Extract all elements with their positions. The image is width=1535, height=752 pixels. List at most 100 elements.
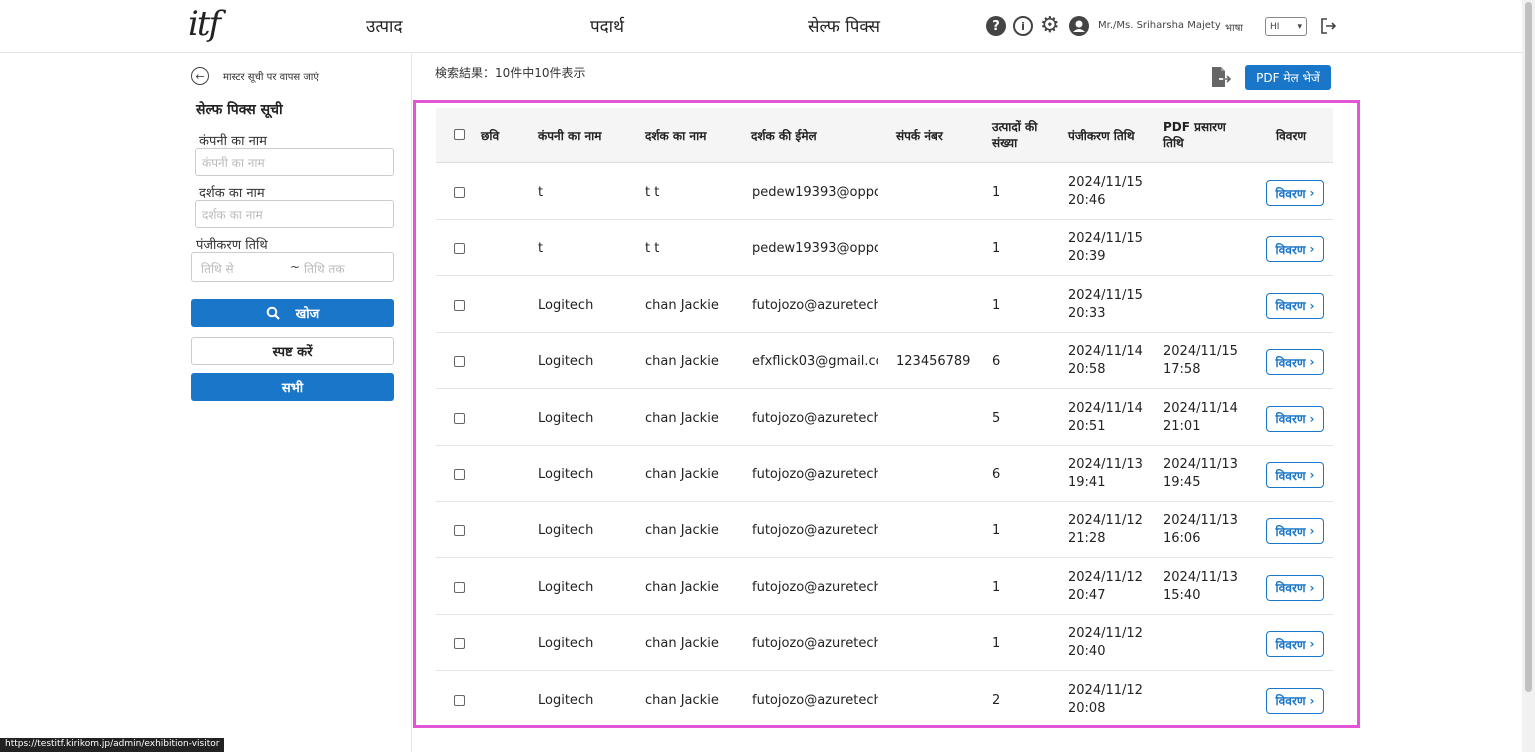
registration-date: 2024/11/13 bbox=[1068, 457, 1143, 472]
back-to-master-link[interactable]: ← मास्टर सूची पर वापस जाएं bbox=[191, 67, 319, 85]
details-button[interactable]: विवरण › bbox=[1266, 574, 1324, 601]
chevron-right-icon: › bbox=[1309, 524, 1315, 539]
details-button[interactable]: विवरण › bbox=[1266, 631, 1324, 658]
details-button[interactable]: विवरण › bbox=[1266, 236, 1324, 263]
all-button[interactable]: सभी bbox=[191, 373, 394, 401]
language-select[interactable]: HI ▾ bbox=[1265, 17, 1307, 36]
cell-registration-date: 2024/11/15 20:46 bbox=[1068, 174, 1158, 210]
pdf-date: 2024/11/13 bbox=[1163, 513, 1238, 529]
header-company: कंपनी का नाम bbox=[538, 129, 602, 143]
details-button-label: विवरण bbox=[1275, 581, 1306, 596]
search-button[interactable]: खोज bbox=[191, 299, 394, 327]
nav-self-picks[interactable]: सेल्फ पिक्स bbox=[808, 14, 880, 37]
filter-sidebar: ← मास्टर सूची पर वापस जाएं सेल्फ पिक्स स… bbox=[0, 54, 412, 752]
top-header: itf उत्पाद पदार्थ सेल्फ पिक्स ? i ⚙ Mr./… bbox=[0, 0, 1522, 53]
details-button[interactable]: विवरण › bbox=[1266, 462, 1324, 488]
date-separator: ~ bbox=[290, 260, 301, 274]
details-button[interactable]: विवरण › bbox=[1266, 518, 1324, 545]
scrollbar-thumb[interactable] bbox=[1525, 2, 1532, 692]
nav-materials[interactable]: पदार्थ bbox=[590, 14, 624, 37]
date-from-input[interactable]: तिथि से bbox=[201, 260, 234, 277]
chevron-right-icon: › bbox=[1309, 637, 1315, 652]
registration-time: 20:46 bbox=[1068, 193, 1106, 208]
table-row: Logitech chan Jackie futojozo@azuretechta 6… bbox=[436, 446, 1333, 502]
registration-date: 2024/11/15 bbox=[1068, 231, 1143, 247]
registration-time: 20:47 bbox=[1068, 587, 1106, 603]
header-image: छवि bbox=[481, 129, 500, 143]
row-checkbox[interactable] bbox=[454, 525, 465, 537]
help-icon[interactable]: ? bbox=[986, 16, 1006, 36]
select-all-checkbox[interactable] bbox=[454, 129, 465, 140]
registration-date: 2024/11/14 bbox=[1068, 400, 1143, 416]
row-checkbox[interactable] bbox=[454, 469, 465, 480]
details-button[interactable]: विवरण › bbox=[1266, 405, 1324, 432]
cell-product-count: 1 bbox=[992, 523, 1001, 539]
header-registration-date: पंजीकरण तिथि bbox=[1068, 129, 1135, 143]
table-row: t t t pedew19393@opposir 1 2024/11/15 20:39 वि… bbox=[436, 220, 1333, 277]
info-icon[interactable]: i bbox=[1013, 16, 1033, 36]
cell-registration-date: 2024/11/12 20:40 bbox=[1068, 625, 1158, 661]
self-picks-table: छवि कंपनी का नाम दर्शक का नाम दर्शक की ई… bbox=[413, 100, 1360, 728]
table-row: t t t pedew19393@opposir 1 2024/11/15 20:46 वि… bbox=[436, 164, 1333, 220]
registration-date: 2024/11/15 bbox=[1068, 287, 1143, 303]
chevron-right-icon: › bbox=[1309, 242, 1315, 257]
registration-date: 2024/11/15 bbox=[1068, 175, 1143, 190]
company-input[interactable]: कंपनी का नाम bbox=[195, 148, 394, 176]
cell-email: futojozo@azuretechta bbox=[752, 636, 878, 652]
chevron-right-icon: › bbox=[1309, 580, 1315, 595]
itf-logo[interactable]: itf bbox=[188, 4, 221, 44]
details-button[interactable]: विवरण › bbox=[1266, 180, 1324, 206]
page-scrollbar[interactable] bbox=[1522, 0, 1535, 752]
logout-icon[interactable] bbox=[1320, 17, 1336, 35]
pdf-time: 17:58 bbox=[1163, 362, 1201, 378]
nav-products[interactable]: उत्पाद bbox=[366, 14, 402, 37]
chevron-right-icon: › bbox=[1309, 355, 1315, 370]
details-button-label: विवरण bbox=[1275, 637, 1306, 652]
row-checkbox[interactable] bbox=[454, 243, 465, 255]
visitor-label: दर्शक का नाम bbox=[199, 186, 265, 201]
sidebar-title: सेल्फ पिक्स सूची bbox=[196, 102, 283, 118]
pdf-export-icon[interactable] bbox=[1209, 66, 1231, 88]
cell-phone: 123456789 bbox=[896, 354, 971, 370]
cell-registration-date: 2024/11/12 20:47 bbox=[1068, 569, 1158, 605]
pdf-date: 2024/11/14 bbox=[1163, 400, 1238, 416]
cell-visitor: chan Jackie bbox=[645, 354, 719, 370]
row-checkbox[interactable] bbox=[454, 412, 465, 424]
user-avatar-icon[interactable] bbox=[1069, 16, 1089, 36]
row-checkbox[interactable] bbox=[454, 694, 465, 706]
pdf-mail-button[interactable]: PDF मेल भेजें bbox=[1245, 65, 1331, 90]
details-button[interactable]: विवरण › bbox=[1266, 349, 1324, 376]
cell-pdf-date: 2024/11/13 15:40 bbox=[1163, 569, 1253, 605]
cell-visitor: chan Jackie bbox=[645, 297, 719, 313]
row-checkbox[interactable] bbox=[454, 356, 465, 368]
table-row: Logitech chan Jackie futojozo@azuretechta 1… bbox=[436, 559, 1333, 615]
row-checkbox[interactable] bbox=[454, 581, 465, 593]
table-header: छवि कंपनी का नाम दर्शक का नाम दर्शक की ई… bbox=[436, 108, 1333, 163]
chevron-right-icon: › bbox=[1309, 186, 1315, 200]
clear-button[interactable]: स्पष्ट करें bbox=[191, 337, 394, 365]
visitor-input[interactable]: दर्शक का नाम bbox=[195, 200, 394, 228]
details-button[interactable]: विवरण › bbox=[1266, 687, 1324, 714]
cell-product-count: 1 bbox=[992, 636, 1001, 652]
pdf-date: 2024/11/13 bbox=[1163, 569, 1238, 585]
user-name: Mr./Ms. Sriharsha Majety bbox=[1098, 20, 1221, 31]
registration-date: 2024/11/12 bbox=[1068, 569, 1143, 585]
registration-time: 20:33 bbox=[1068, 305, 1106, 321]
row-checkbox[interactable] bbox=[454, 187, 465, 198]
cell-email: futojozo@azuretechta bbox=[752, 467, 878, 482]
chevron-right-icon: › bbox=[1309, 298, 1315, 313]
date-range-input[interactable]: तिथि से ~ तिथि तक bbox=[191, 252, 394, 282]
row-checkbox[interactable] bbox=[454, 299, 465, 311]
date-to-input[interactable]: तिथि तक bbox=[304, 260, 345, 277]
header-email: दर्शक की ईमेल bbox=[751, 129, 817, 143]
cell-email: futojozo@azuretechta bbox=[752, 523, 878, 539]
row-checkbox[interactable] bbox=[454, 638, 465, 650]
details-button[interactable]: विवरण › bbox=[1266, 292, 1324, 319]
cell-visitor: chan Jackie bbox=[645, 410, 719, 426]
cell-company: t bbox=[538, 241, 544, 257]
gear-icon[interactable]: ⚙ bbox=[1040, 13, 1060, 38]
registration-time: 19:41 bbox=[1068, 475, 1106, 490]
cell-product-count: 6 bbox=[992, 467, 1001, 482]
cell-registration-date: 2024/11/14 20:58 bbox=[1068, 343, 1158, 379]
table-row: Logitech chan Jackie futojozo@azuretechta 2… bbox=[436, 672, 1333, 725]
